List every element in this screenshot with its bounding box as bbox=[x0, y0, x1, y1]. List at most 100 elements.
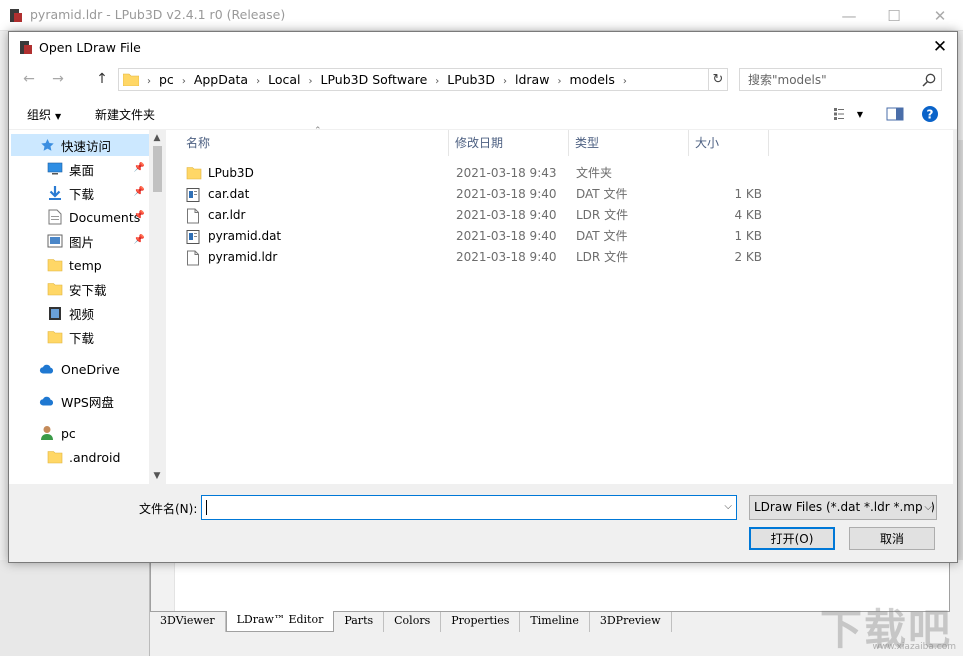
pin-icon: 📌 bbox=[134, 235, 145, 245]
bottom-tab-bar: 3DViewerLDraw™ EditorPartsColorsProperti… bbox=[150, 612, 672, 632]
breadcrumb-item[interactable]: LPub3D Software bbox=[317, 72, 432, 87]
bottom-tab[interactable]: 3DPreview bbox=[590, 612, 672, 632]
file-name-cell: pyramid.ldr bbox=[186, 247, 277, 268]
breadcrumb-separator-icon[interactable]: › bbox=[143, 76, 155, 87]
breadcrumb-separator-icon[interactable]: › bbox=[431, 76, 443, 87]
folder-icon bbox=[47, 281, 63, 297]
cancel-button[interactable]: 取消 bbox=[849, 527, 935, 550]
breadcrumb-item[interactable]: models bbox=[565, 72, 618, 87]
bottom-tab[interactable]: 3DViewer bbox=[150, 612, 226, 632]
forward-button[interactable]: → bbox=[49, 70, 67, 88]
organize-button[interactable]: 组织▼ bbox=[27, 106, 61, 123]
sidebar-item[interactable]: 视频 bbox=[11, 302, 149, 324]
bottom-tab[interactable]: LDraw™ Editor bbox=[226, 611, 335, 632]
file-row[interactable]: pyramid.dat2021-03-18 9:40DAT 文件1 KB bbox=[166, 226, 766, 247]
sidebar-item[interactable]: temp bbox=[11, 254, 149, 276]
file-date: 2021-03-18 9:40 bbox=[456, 226, 557, 247]
search-input[interactable] bbox=[740, 69, 918, 90]
folder-icon bbox=[47, 449, 63, 465]
file-type-select[interactable]: LDraw Files (*.dat *.ldr *.mpd) ⌵ bbox=[749, 495, 937, 520]
breadcrumb-item[interactable]: AppData bbox=[190, 72, 252, 87]
scroll-up-arrow-icon[interactable]: ▲ bbox=[149, 130, 165, 146]
file-row[interactable]: pyramid.ldr2021-03-18 9:40LDR 文件2 KB bbox=[166, 247, 766, 268]
file-date: 2021-03-18 9:43 bbox=[456, 163, 557, 184]
sidebar-item[interactable]: 快速访问 bbox=[11, 134, 149, 156]
folder-icon bbox=[186, 166, 202, 182]
sidebar-item[interactable]: Documents📌 bbox=[11, 206, 149, 228]
pin-icon: 📌 bbox=[134, 163, 145, 173]
sidebar-item[interactable]: OneDrive bbox=[11, 358, 149, 380]
breadcrumb-separator-icon[interactable]: › bbox=[619, 76, 631, 87]
sidebar-scrollbar[interactable]: ▲ ▼ bbox=[149, 130, 165, 484]
file-name-cell: car.ldr bbox=[186, 205, 245, 226]
breadcrumb-item[interactable]: Local bbox=[264, 72, 304, 87]
back-button[interactable]: ← bbox=[20, 70, 38, 88]
scroll-down-arrow-icon[interactable]: ▼ bbox=[149, 468, 165, 484]
maximize-button[interactable]: ☐ bbox=[871, 0, 917, 31]
main-close-button[interactable]: ✕ bbox=[917, 0, 963, 31]
minimize-button[interactable]: — bbox=[826, 0, 872, 31]
file-name: car.ldr bbox=[208, 205, 245, 226]
sidebar-item-label: Documents bbox=[69, 210, 140, 225]
sidebar-scroll-thumb[interactable] bbox=[153, 146, 162, 192]
bottom-tab[interactable]: Parts bbox=[334, 612, 384, 632]
user-icon bbox=[39, 425, 55, 441]
sidebar-item[interactable]: 下载 bbox=[11, 326, 149, 348]
breadcrumb-item[interactable]: ldraw bbox=[511, 72, 553, 87]
file-type-dropdown-icon[interactable]: ⌵ bbox=[922, 496, 932, 519]
view-list-icon bbox=[833, 107, 851, 121]
up-button[interactable]: ↑ bbox=[93, 70, 111, 88]
sidebar-item-label: OneDrive bbox=[61, 362, 120, 377]
file-row[interactable]: car.dat2021-03-18 9:40DAT 文件1 KB bbox=[166, 184, 766, 205]
sidebar-item[interactable]: 安下载 bbox=[11, 278, 149, 300]
app-logo-icon bbox=[9, 8, 23, 23]
sidebar-item[interactable]: pc bbox=[11, 422, 149, 444]
folder-icon bbox=[47, 329, 63, 345]
breadcrumb-separator-icon[interactable]: › bbox=[305, 76, 317, 87]
column-header[interactable]: 名称 bbox=[166, 130, 449, 156]
navigation-pane: 快速访问桌面📌下载📌Documents📌图片📌temp安下载视频下载OneDri… bbox=[9, 130, 165, 484]
file-name-cell: pyramid.dat bbox=[186, 226, 281, 247]
filename-input[interactable] bbox=[202, 496, 712, 519]
watermark: 下载吧 www.xiazaiba.com bbox=[820, 596, 960, 652]
breadcrumb-separator-icon[interactable]: › bbox=[252, 76, 264, 87]
dialog-close-button[interactable]: ✕ bbox=[923, 32, 957, 62]
sidebar-item[interactable]: 下载📌 bbox=[11, 182, 149, 204]
breadcrumb-separator-icon[interactable]: › bbox=[499, 76, 511, 87]
download-icon bbox=[47, 185, 63, 201]
file-list: 名称修改日期类型大小 ⌃ LPub3D2021-03-18 9:43文件夹car… bbox=[166, 130, 953, 484]
help-button[interactable]: ? bbox=[920, 105, 940, 123]
column-header[interactable]: 类型 bbox=[569, 130, 689, 156]
video-icon bbox=[47, 305, 63, 321]
bottom-tab[interactable]: Properties bbox=[441, 612, 520, 632]
main-title-bar: pyramid.ldr - LPub3D v2.4.1 r0 (Release)… bbox=[0, 0, 963, 31]
filename-combobox[interactable]: ⌵ bbox=[201, 495, 737, 520]
column-header[interactable]: 修改日期 bbox=[449, 130, 569, 156]
desktop-icon bbox=[47, 161, 63, 177]
preview-pane-button[interactable] bbox=[885, 105, 905, 123]
search-icon[interactable] bbox=[921, 72, 937, 88]
file-row[interactable]: car.ldr2021-03-18 9:40LDR 文件4 KB bbox=[166, 205, 766, 226]
sidebar-item[interactable]: 桌面 📌 bbox=[11, 158, 149, 180]
breadcrumb-separator-icon[interactable]: › bbox=[553, 76, 565, 87]
sidebar-item[interactable]: .android bbox=[11, 446, 149, 468]
address-bar[interactable]: ›pc›AppData›Local›LPub3D Software›LPub3D… bbox=[118, 68, 728, 91]
file-name-cell: LPub3D bbox=[186, 163, 254, 184]
bottom-tab[interactable]: Timeline bbox=[520, 612, 589, 632]
bottom-tab[interactable]: Colors bbox=[384, 612, 441, 632]
sidebar-item-label: 桌面 bbox=[69, 160, 94, 179]
search-box[interactable] bbox=[739, 68, 942, 91]
breadcrumb-item[interactable]: LPub3D bbox=[443, 72, 499, 87]
breadcrumb-item[interactable]: pc bbox=[155, 72, 178, 87]
breadcrumb-separator-icon[interactable]: › bbox=[178, 76, 190, 87]
open-button[interactable]: 打开(O) bbox=[749, 527, 835, 550]
filename-dropdown-icon[interactable]: ⌵ bbox=[724, 501, 732, 512]
column-header[interactable]: 大小 bbox=[689, 130, 769, 156]
main-window-title: pyramid.ldr - LPub3D v2.4.1 r0 (Release) bbox=[30, 7, 285, 22]
view-options-button[interactable]: ▼ bbox=[829, 105, 867, 123]
sidebar-item[interactable]: 图片📌 bbox=[11, 230, 149, 252]
refresh-button[interactable]: ↻ bbox=[708, 68, 728, 91]
sidebar-item[interactable]: WPS网盘 bbox=[11, 390, 149, 412]
file-row[interactable]: LPub3D2021-03-18 9:43文件夹 bbox=[166, 163, 766, 184]
new-folder-button[interactable]: 新建文件夹 bbox=[95, 106, 155, 123]
